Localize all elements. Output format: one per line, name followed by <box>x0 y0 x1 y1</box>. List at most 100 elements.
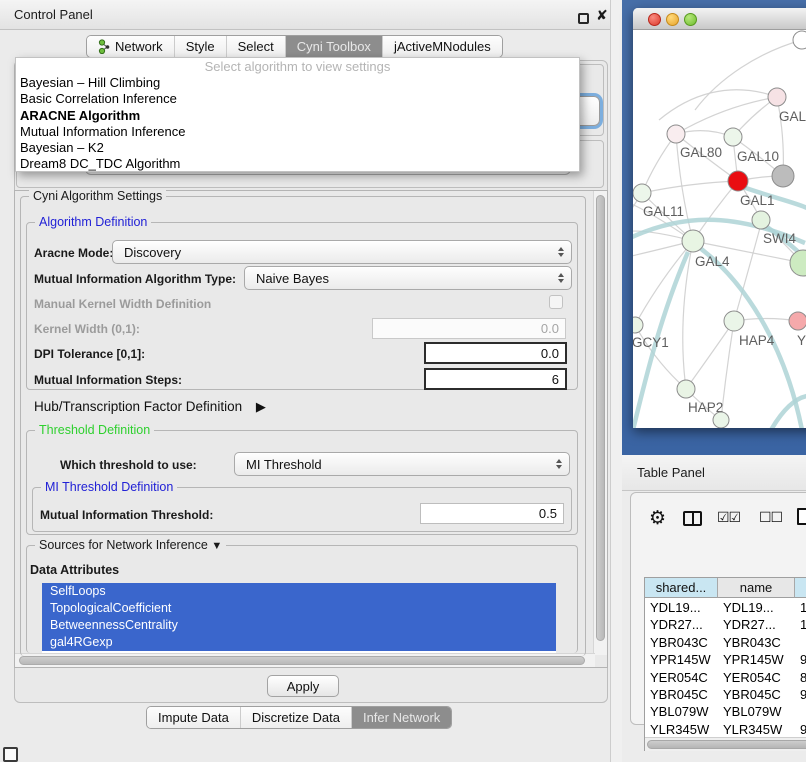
column-header-1[interactable]: shared... <box>645 578 718 598</box>
table-cell: 9. <box>795 686 806 703</box>
tab-cyni-toolbox[interactable]: Cyni Toolbox <box>285 36 382 57</box>
select-all-icon[interactable]: ☑☑ <box>717 509 740 526</box>
network-node-gal10[interactable] <box>724 128 742 146</box>
tab-label: jActiveMNodules <box>394 39 491 54</box>
network-edge[interactable] <box>686 321 734 389</box>
network-canvas[interactable]: GALGAL80GAL10GAL1GAL11SWI4GAL4GCY1HAP4YH… <box>633 30 806 428</box>
hub-definition-toggle[interactable]: Hub/Transcription Factor Definition ▶ <box>34 399 266 415</box>
network-node[interactable] <box>713 412 729 428</box>
mi-type-value: Naive Bayes <box>256 271 329 286</box>
table-cell: 8. <box>795 669 806 686</box>
node-label: GAL11 <box>643 204 684 219</box>
algorithm-option[interactable]: Bayesian – Hill Climbing <box>16 75 579 91</box>
vertical-scrollbar-thumb[interactable] <box>596 195 605 641</box>
network-node[interactable] <box>772 165 794 187</box>
node-label: HAP4 <box>739 333 775 348</box>
apply-button[interactable]: Apply <box>267 675 339 697</box>
column-header-3[interactable]: A <box>795 578 806 598</box>
data-attribute-item[interactable]: BetweennessCentrality <box>42 617 556 634</box>
close-panel-button[interactable]: ✘ <box>596 5 608 25</box>
node-label: GAL80 <box>680 145 722 160</box>
network-edge[interactable] <box>734 224 761 321</box>
horizontal-scrollbar-thumb[interactable] <box>19 656 585 665</box>
network-edge[interactable] <box>659 90 777 120</box>
table-scrollbar-thumb[interactable] <box>647 740 806 749</box>
network-node[interactable] <box>793 31 806 49</box>
network-node-gal80[interactable] <box>667 125 685 143</box>
vertical-scrollbar[interactable] <box>593 191 607 655</box>
table-row[interactable]: YER054CYER054C8. <box>645 669 806 686</box>
network-edge[interactable] <box>642 181 738 193</box>
network-window-titlebar[interactable] <box>633 8 806 30</box>
mi-threshold-field[interactable]: 0.5 <box>420 503 564 524</box>
algorithm-option[interactable]: Dream8 DC_TDC Algorithm <box>16 156 579 172</box>
network-node[interactable] <box>790 250 806 276</box>
network-node-gcy1[interactable] <box>633 317 643 333</box>
data-attribute-item[interactable]: gal4RGexp <box>42 634 556 651</box>
aracne-mode-label: Aracne Mode: <box>34 246 113 260</box>
zoom-window-icon[interactable] <box>684 13 697 26</box>
network-node-gal1[interactable] <box>728 171 748 191</box>
tab-network[interactable]: Network <box>87 36 174 57</box>
split-pane-divider[interactable] <box>610 0 622 762</box>
tab-style[interactable]: Style <box>174 36 226 57</box>
float-window-button[interactable] <box>578 13 589 24</box>
network-node-gal4[interactable] <box>682 230 704 252</box>
algorithm-option[interactable]: ARACNE Algorithm <box>16 108 579 124</box>
network-node-gal11[interactable] <box>633 184 651 202</box>
network-view-window[interactable]: GALGAL80GAL10GAL1GAL11SWI4GAL4GCY1HAP4YH… <box>633 8 806 428</box>
node-table: shared...nameA YDL19...YDL19...13YDR27..… <box>644 577 806 751</box>
table-cell: YLR345W <box>645 721 718 738</box>
network-node-y[interactable] <box>789 312 806 330</box>
control-panel-title: Control Panel <box>14 0 93 30</box>
table-row[interactable]: YBL079WYBL079W <box>645 703 806 720</box>
columns-icon[interactable] <box>683 511 702 526</box>
tab-infer-network[interactable]: Infer Network <box>351 707 451 728</box>
algorithm-option[interactable]: Basic Correlation Inference <box>16 91 579 107</box>
network-node-hap4[interactable] <box>724 311 744 331</box>
algorithm-option[interactable]: Mutual Information Inference <box>16 124 579 140</box>
table-row[interactable]: YBR043CYBR043C <box>645 634 806 651</box>
tab-discretize-data[interactable]: Discretize Data <box>240 707 351 728</box>
tab-impute-data[interactable]: Impute Data <box>147 707 240 728</box>
dpi-tolerance-field[interactable]: 0.0 <box>424 342 567 364</box>
table-row[interactable]: YBR045CYBR045C9. <box>645 686 806 703</box>
column-header-2[interactable]: name <box>718 578 795 598</box>
network-edge[interactable] <box>676 97 777 134</box>
kernel-width-field[interactable]: 0.0 <box>372 318 566 339</box>
table-row[interactable]: YDL19...YDL19...13 <box>645 599 806 616</box>
network-node-swi4[interactable] <box>752 211 770 229</box>
data-attributes-list[interactable]: SelfLoopsTopologicalCoefficientBetweenne… <box>42 583 556 653</box>
tab-jactivemnodules[interactable]: jActiveMNodules <box>382 36 502 57</box>
table-horizontal-scrollbar[interactable] <box>645 737 806 751</box>
gear-icon[interactable]: ⚙ <box>649 507 666 530</box>
network-edge[interactable] <box>642 134 676 193</box>
table-row[interactable]: YDR27...YDR27...12 <box>645 616 806 633</box>
stepper-arrows-icon <box>558 247 564 257</box>
algorithm-option[interactable]: Bayesian – K2 <box>16 140 579 156</box>
new-table-icon[interactable] <box>797 508 806 525</box>
deselect-all-icon[interactable]: ☐☐ <box>759 509 782 526</box>
table-row[interactable]: YLR345WYLR345W9. <box>645 721 806 738</box>
which-threshold-combobox[interactable]: MI Threshold <box>234 452 570 476</box>
aracne-mode-combobox[interactable]: Discovery <box>112 240 572 264</box>
network-node-gal[interactable] <box>768 88 786 106</box>
sources-group-title[interactable]: Sources for Network Inference ▼ <box>35 538 226 554</box>
tab-select[interactable]: Select <box>226 36 285 57</box>
mi-type-combobox[interactable]: Naive Bayes <box>244 266 572 290</box>
dpi-tolerance-value: 0.0 <box>541 346 559 361</box>
node-label: SWI4 <box>763 231 796 246</box>
table-row[interactable]: YPR145WYPR145W9. <box>645 651 806 668</box>
control-panel: Control Panel ✘ NetworkStyleSelectCyni T… <box>0 0 610 762</box>
data-attribute-item[interactable]: TopologicalCoefficient <box>42 600 556 617</box>
mi-steps-field[interactable]: 6 <box>424 368 567 390</box>
close-window-icon[interactable] <box>648 13 661 26</box>
manual-kernel-checkbox[interactable] <box>549 295 563 309</box>
data-attribute-item[interactable]: SelfLoops <box>42 583 556 600</box>
network-node-hap2[interactable] <box>677 380 695 398</box>
minimize-window-icon[interactable] <box>666 13 679 26</box>
sources-title-text: Sources for Network Inference <box>39 538 208 552</box>
table-cell: YBL079W <box>718 703 795 720</box>
float-panel-icon[interactable] <box>3 747 18 762</box>
node-label: GAL10 <box>737 149 779 164</box>
